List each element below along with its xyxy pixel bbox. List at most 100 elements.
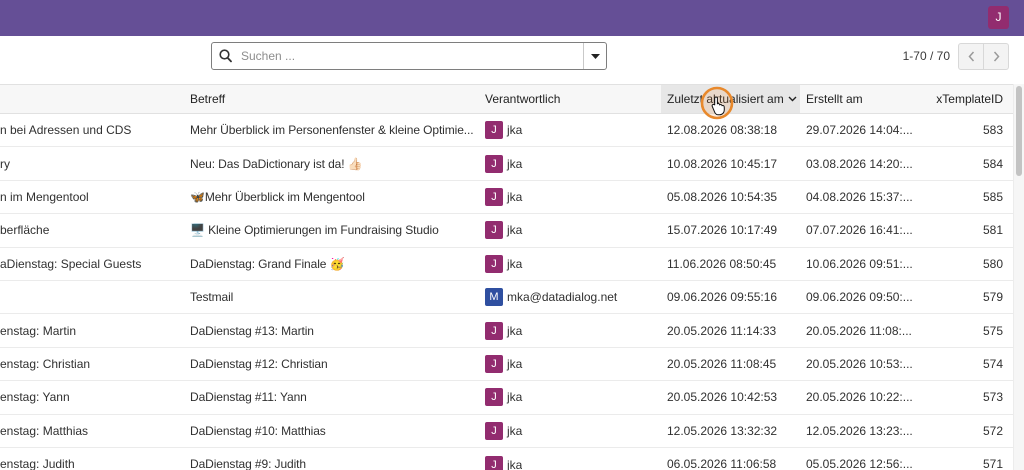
column-header-template-id[interactable]: xTemplateID bbox=[927, 85, 1013, 113]
owner-name: jka bbox=[507, 323, 523, 338]
column-header-first[interactable] bbox=[0, 85, 180, 113]
vertical-scrollbar[interactable] bbox=[1013, 84, 1024, 470]
table-row[interactable]: aDienstag: Special Guests DaDienstag: Gr… bbox=[0, 247, 1013, 281]
cell-updated: 20.05.2026 10:42:53 bbox=[667, 390, 778, 405]
cell-template-id: 580 bbox=[982, 256, 1003, 271]
owner-name: jka bbox=[507, 256, 523, 271]
column-header-betreff[interactable]: Betreff bbox=[180, 85, 475, 113]
column-header-updated-label: Zuletzt aktualisiert am bbox=[667, 92, 784, 106]
table-row[interactable]: enstag: Martin DaDienstag #13: Martin J … bbox=[0, 314, 1013, 348]
cell-created: 09.06.2026 09:50:... bbox=[806, 290, 913, 305]
user-avatar[interactable]: J bbox=[988, 6, 1009, 29]
cell-subject: 🦋Mehr Überblick im Mengentool bbox=[190, 189, 365, 204]
search-input[interactable] bbox=[241, 43, 584, 69]
cell-owner: J jka bbox=[475, 421, 657, 440]
cell-owner: J jka bbox=[475, 221, 657, 240]
cell-subject: 🖥️ Kleine Optimierungen im Fundraising S… bbox=[190, 223, 439, 238]
cell-template-id: 571 bbox=[982, 456, 1003, 470]
owner-name: jka bbox=[507, 423, 523, 438]
data-grid: Betreff Verantwortlich Zuletzt aktualisi… bbox=[0, 84, 1013, 470]
owner-name: mka@datadialog.net bbox=[507, 290, 618, 305]
owner-avatar: J bbox=[485, 354, 503, 373]
table-row[interactable]: enstag: Christian DaDienstag #12: Christ… bbox=[0, 347, 1013, 382]
column-header-created[interactable]: Erstellt am bbox=[800, 85, 927, 113]
cell-subject: DaDienstag #12: Christian bbox=[190, 356, 328, 371]
cell-updated: 06.05.2026 11:06:58 bbox=[667, 456, 777, 470]
owner-avatar: J bbox=[485, 321, 503, 340]
cell-updated: 20.05.2026 11:14:33 bbox=[667, 323, 777, 338]
chevron-left-icon bbox=[967, 51, 975, 62]
owner-name: jka bbox=[507, 223, 523, 238]
cell-owner: J jka bbox=[475, 121, 657, 140]
pagination-range: 1-70 / 70 bbox=[902, 49, 950, 63]
cell-first-column: enstag: Christian bbox=[0, 356, 91, 371]
cell-subject: DaDienstag #10: Matthias bbox=[190, 423, 326, 438]
table-row[interactable]: enstag: Yann DaDienstag #11: Yann J jka … bbox=[0, 381, 1013, 415]
table-row[interactable]: n bei Adressen und CDS Mehr Überblick im… bbox=[0, 114, 1013, 148]
cell-owner: J jka bbox=[475, 354, 657, 373]
owner-avatar: M bbox=[485, 288, 503, 307]
grid-header: Betreff Verantwortlich Zuletzt aktualisi… bbox=[0, 84, 1013, 114]
cell-created: 05.05.2026 12:56:... bbox=[806, 456, 913, 470]
cell-created: 20.05.2026 11:08:... bbox=[806, 323, 912, 338]
cell-template-id: 574 bbox=[982, 356, 1003, 371]
cell-template-id: 585 bbox=[982, 189, 1003, 204]
table-row[interactable]: Testmail M mka@datadialog.net 09.06.2026… bbox=[0, 280, 1013, 315]
cell-first-column: enstag: Martin bbox=[0, 323, 77, 338]
owner-avatar: J bbox=[485, 421, 503, 440]
cell-template-id: 581 bbox=[982, 223, 1003, 238]
cell-updated: 05.08.2026 10:54:35 bbox=[667, 189, 778, 204]
scrollbar-thumb[interactable] bbox=[1016, 86, 1022, 176]
cell-created: 12.05.2026 13:23:... bbox=[806, 423, 913, 438]
caret-down-icon bbox=[590, 53, 600, 59]
cell-first-column: n im Mengentool bbox=[0, 189, 89, 204]
cell-template-id: 584 bbox=[982, 156, 1003, 171]
cell-template-id: 583 bbox=[982, 123, 1003, 138]
cell-owner: J jka bbox=[475, 187, 657, 206]
search-dropdown-button[interactable] bbox=[583, 43, 606, 69]
owner-avatar: J bbox=[485, 221, 503, 240]
owner-avatar: J bbox=[485, 455, 503, 470]
cell-first-column: enstag: Judith bbox=[0, 456, 75, 470]
cell-created: 07.07.2026 16:41:... bbox=[806, 223, 913, 238]
table-row[interactable]: n im Mengentool 🦋Mehr Überblick im Menge… bbox=[0, 180, 1013, 215]
cell-first-column: aDienstag: Special Guests bbox=[0, 256, 142, 271]
column-header-verantwortlich[interactable]: Verantwortlich bbox=[475, 85, 657, 113]
search-box bbox=[211, 42, 607, 70]
cell-updated: 15.07.2026 10:17:49 bbox=[667, 223, 778, 238]
cell-subject: DaDienstag #9: Judith bbox=[190, 456, 306, 470]
cell-first-column: berfläche bbox=[0, 223, 50, 238]
table-row[interactable]: enstag: Matthias DaDienstag #10: Matthia… bbox=[0, 414, 1013, 448]
previous-page-button[interactable] bbox=[958, 43, 984, 70]
owner-name: jka bbox=[507, 457, 523, 470]
column-header-updated[interactable]: Zuletzt aktualisiert am bbox=[661, 85, 800, 113]
table-row[interactable]: berfläche 🖥️ Kleine Optimierungen im Fun… bbox=[0, 214, 1013, 248]
search-icon bbox=[219, 49, 232, 63]
owner-name: jka bbox=[507, 356, 523, 371]
cell-subject: Mehr Überblick im Personenfenster & klei… bbox=[190, 123, 474, 138]
cell-first-column: enstag: Yann bbox=[0, 390, 70, 405]
cell-first-column: n bei Adressen und CDS bbox=[0, 123, 132, 138]
cell-template-id: 575 bbox=[982, 323, 1003, 338]
owner-name: jka bbox=[507, 123, 523, 138]
cell-template-id: 572 bbox=[982, 423, 1003, 438]
cell-subject: DaDienstag #13: Martin bbox=[190, 323, 314, 338]
owner-name: jka bbox=[507, 189, 523, 204]
owner-avatar: J bbox=[485, 187, 503, 206]
cell-updated: 11.06.2026 08:50:45 bbox=[667, 256, 777, 271]
cell-created: 20.05.2026 10:53:... bbox=[806, 356, 913, 371]
toolbar: 1-70 / 70 bbox=[0, 36, 1024, 84]
cell-updated: 20.05.2026 11:08:45 bbox=[667, 356, 777, 371]
cell-owner: J jka bbox=[475, 321, 657, 340]
cell-updated: 09.06.2026 09:55:16 bbox=[667, 290, 778, 305]
table-row[interactable]: enstag: Judith DaDienstag #9: Judith J j… bbox=[0, 447, 1013, 470]
cell-owner: J jka bbox=[475, 448, 657, 470]
table-row[interactable]: ry Neu: Das DaDictionary ist da! 👍🏻 J jk… bbox=[0, 147, 1013, 181]
owner-avatar: J bbox=[485, 154, 503, 173]
owner-avatar: J bbox=[485, 388, 503, 407]
cell-first-column: enstag: Matthias bbox=[0, 423, 89, 438]
cell-created: 10.06.2026 09:51:... bbox=[806, 256, 913, 271]
cell-created: 04.08.2026 15:37:... bbox=[806, 189, 913, 204]
next-page-button[interactable] bbox=[983, 43, 1009, 70]
owner-avatar: J bbox=[485, 254, 503, 273]
